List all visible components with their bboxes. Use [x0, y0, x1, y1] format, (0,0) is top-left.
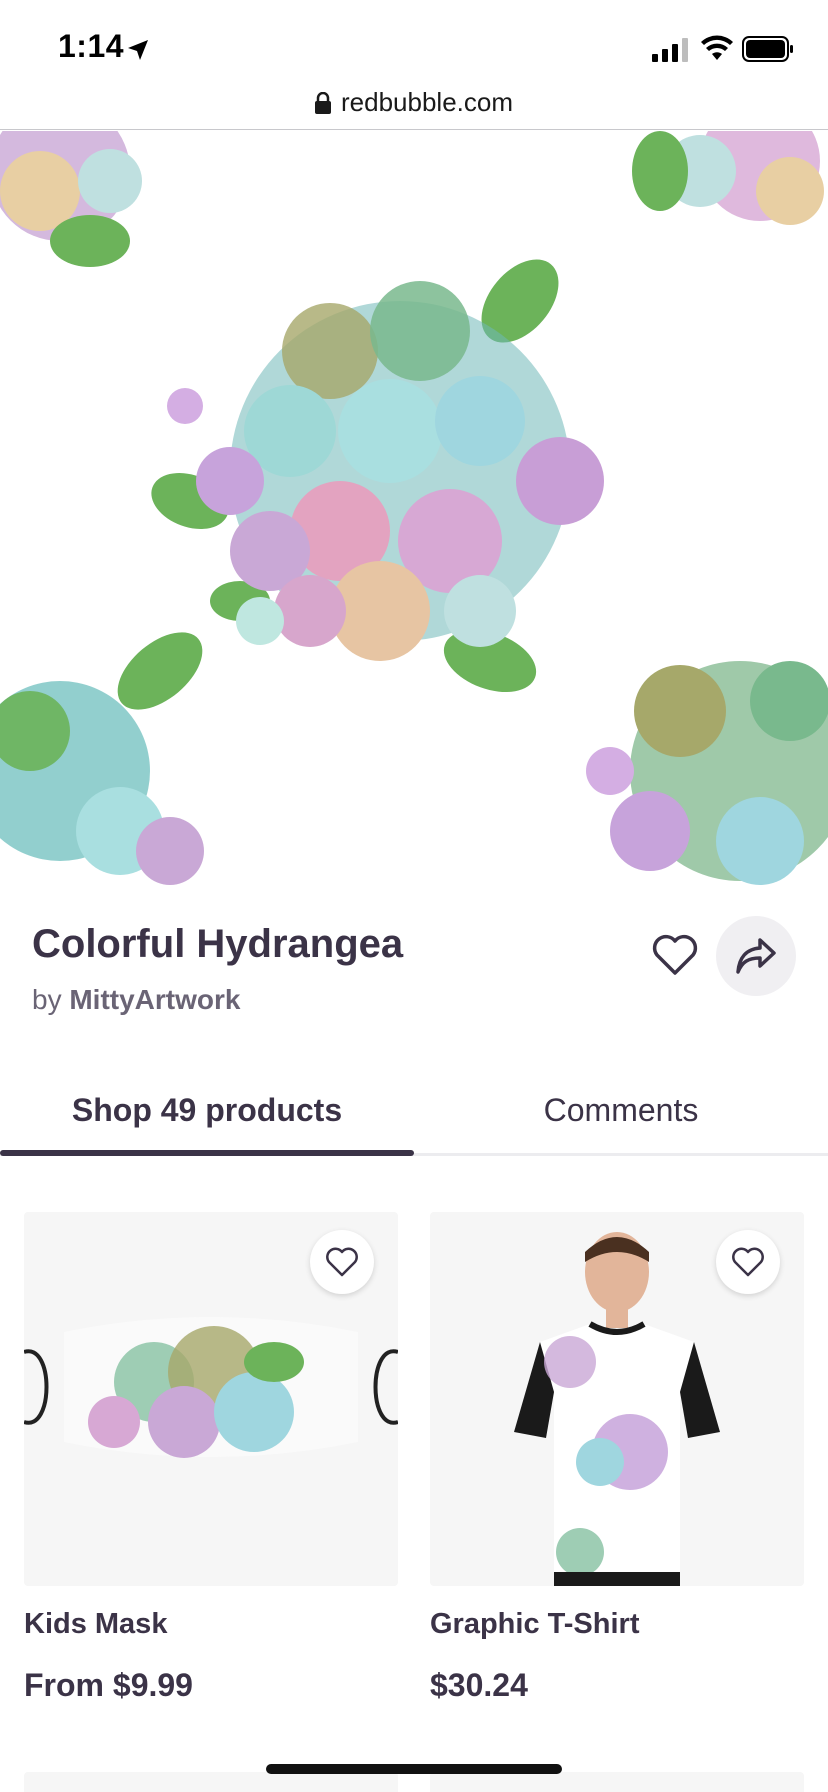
status-time: 1:14 — [58, 28, 125, 64]
artist-link[interactable]: MittyArtwork — [69, 984, 240, 1015]
product-name[interactable]: Graphic T-Shirt — [430, 1608, 804, 1641]
artwork-image[interactable] — [0, 131, 828, 885]
url-text: redbubble.com — [341, 87, 513, 117]
active-tab-indicator — [0, 1150, 414, 1156]
wifi-icon — [701, 35, 733, 60]
favorite-button[interactable] — [716, 1230, 780, 1294]
tab-comments[interactable]: Comments — [414, 1080, 828, 1156]
heart-icon[interactable] — [652, 934, 698, 976]
tab-shop-products[interactable]: Shop 49 products — [0, 1080, 414, 1156]
product-price: $30.24 — [430, 1667, 528, 1703]
byline-prefix: by — [32, 984, 62, 1015]
product-card[interactable]: Graphic T-Shirt $30.24 — [430, 1212, 804, 1704]
artwork-title: Colorful Hydrangea — [32, 922, 404, 966]
next-product-card[interactable] — [24, 1772, 398, 1792]
url-bar[interactable]: redbubble.com — [0, 76, 828, 130]
heart-icon — [732, 1247, 764, 1277]
favorite-button[interactable] — [310, 1230, 374, 1294]
product-price: From $9.99 — [24, 1667, 193, 1703]
battery-icon — [742, 36, 793, 62]
product-card[interactable]: Kids Mask From $9.99 — [24, 1212, 398, 1704]
tab-bar: Shop 49 products Comments — [0, 1080, 828, 1156]
product-image[interactable] — [430, 1212, 804, 1586]
artist-byline: by MittyArtwork — [32, 984, 240, 1016]
home-indicator[interactable] — [266, 1764, 562, 1774]
heart-icon — [326, 1247, 358, 1277]
product-image[interactable] — [24, 1212, 398, 1586]
signal-icon — [652, 38, 688, 62]
next-product-card[interactable] — [430, 1772, 804, 1792]
hydrangea-pattern-image — [0, 131, 828, 885]
lock-icon — [315, 91, 331, 114]
product-name[interactable]: Kids Mask — [24, 1608, 398, 1641]
location-arrow-icon — [128, 40, 148, 60]
share-button[interactable] — [716, 916, 796, 996]
share-arrow-icon — [736, 938, 776, 974]
